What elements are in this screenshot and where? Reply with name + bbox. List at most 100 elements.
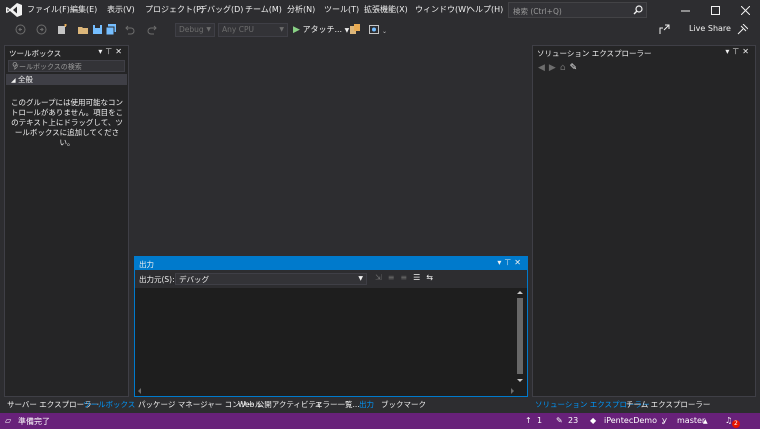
toolbox-title: ツールボックス bbox=[9, 49, 62, 58]
toolbox-header: ツールボックス ▾⊤✕ bbox=[5, 46, 128, 59]
menu-help[interactable]: ヘルプ(H) bbox=[467, 4, 503, 15]
branch-name[interactable]: master bbox=[677, 416, 705, 425]
git-branch-icon[interactable]: Ỿ bbox=[662, 416, 667, 427]
tab-output[interactable]: 出力 bbox=[359, 399, 374, 410]
search-icon[interactable] bbox=[633, 5, 643, 15]
output-header: 出力 ▾⊤✕ bbox=[135, 257, 527, 270]
standard-toolbar: Debug ▼ Any CPU ▼ ⌄ bbox=[0, 20, 760, 40]
back-icon[interactable]: ◀ bbox=[538, 63, 549, 73]
search-icon[interactable]: ⚲ bbox=[12, 61, 122, 70]
panel-controls: ▾⊤✕ bbox=[98, 47, 125, 56]
pin-icon[interactable]: ⊤ bbox=[504, 258, 514, 267]
pin-icon[interactable]: ⊤ bbox=[105, 47, 115, 56]
toolbar-overflow-icon[interactable]: ⌄ bbox=[382, 28, 387, 35]
menu-edit[interactable]: 編集(E) bbox=[70, 4, 97, 15]
publish-up-arrow-icon[interactable]: ↑ bbox=[525, 416, 532, 425]
home-icon[interactable]: ⌂ bbox=[560, 63, 570, 73]
back-icon[interactable] bbox=[15, 24, 26, 35]
output-source-select[interactable]: デバッグ ▼ bbox=[175, 273, 367, 285]
maximize-button[interactable] bbox=[700, 0, 730, 20]
configuration-value: Debug bbox=[179, 25, 204, 34]
live-share-label: Live Share bbox=[689, 24, 731, 33]
search-placeholder: 検索 (Ctrl+Q) bbox=[513, 7, 562, 16]
title-bar: ファイル(F) 編集(E) 表示(V) プロジェクト(P) デバッグ(D) チー… bbox=[0, 0, 760, 20]
toolbox-search-input[interactable]: ツールボックスの検索 ⚲ bbox=[8, 60, 125, 72]
repository-icon[interactable]: ◆ bbox=[590, 416, 596, 425]
play-icon: ▶ bbox=[293, 25, 300, 35]
chevron-down-icon: ▼ bbox=[279, 26, 284, 33]
tab-bookmarks[interactable]: ブックマーク bbox=[381, 399, 426, 410]
menu-tools[interactable]: ツール(T) bbox=[324, 4, 359, 15]
find-message-icon[interactable]: ⇲ bbox=[375, 273, 388, 282]
word-wrap-icon[interactable]: ⇆ bbox=[426, 273, 439, 282]
platform-value: Any CPU bbox=[222, 25, 254, 34]
find-in-files-icon[interactable] bbox=[350, 24, 361, 35]
solution-explorer-header: ソリューション エクスプローラー ▾⊤✕ bbox=[533, 46, 755, 59]
menu-view[interactable]: 表示(V) bbox=[107, 4, 135, 15]
properties-wrench-icon[interactable]: ✎ bbox=[570, 63, 582, 73]
forward-icon[interactable] bbox=[36, 24, 47, 35]
close-button[interactable] bbox=[730, 0, 760, 20]
live-share-icon[interactable] bbox=[659, 24, 670, 35]
menu-team[interactable]: チーム(M) bbox=[245, 4, 282, 15]
close-icon bbox=[740, 5, 750, 15]
clear-all-icon[interactable]: ☰ bbox=[413, 273, 426, 282]
menu-debug[interactable]: デバッグ(D) bbox=[199, 4, 243, 15]
menu-analyze[interactable]: 分析(N) bbox=[287, 4, 315, 15]
output-title: 出力 bbox=[139, 260, 154, 269]
branch-chevron-up-icon[interactable]: ▲ bbox=[703, 418, 708, 425]
undo-icon[interactable] bbox=[124, 24, 135, 35]
forward-icon[interactable]: ▶ bbox=[549, 63, 560, 73]
tab-team-explorer[interactable]: チーム エクスプローラー bbox=[626, 399, 710, 410]
new-project-icon[interactable] bbox=[57, 24, 68, 35]
vertical-scrollbar[interactable] bbox=[516, 290, 524, 384]
attach-button[interactable]: ▶ アタッチ... ▼ bbox=[293, 24, 349, 35]
next-message-icon[interactable]: ≡ bbox=[400, 273, 413, 282]
pencil-edit-icon[interactable]: ✎ bbox=[556, 416, 563, 425]
status-bar: ▱ 準備完了 ↑ 1 ✎ 23 ◆ iPentecDemo Ỿ master ▲… bbox=[0, 413, 760, 429]
minimize-button[interactable] bbox=[670, 0, 700, 20]
close-icon[interactable]: ✕ bbox=[115, 47, 125, 56]
redo-icon[interactable] bbox=[147, 24, 158, 35]
screenshot-icon[interactable] bbox=[369, 24, 380, 35]
attach-label: アタッチ... bbox=[302, 25, 343, 34]
feedback-pin-icon[interactable] bbox=[737, 24, 748, 35]
repository-name[interactable]: iPentecDemo bbox=[604, 416, 657, 425]
panel-controls: ▾⊤✕ bbox=[725, 47, 752, 56]
toolbox-empty-message: このグループには使用可能なコントロールがありません。項目をこのテキスト上にドラッ… bbox=[10, 98, 124, 147]
menu-project[interactable]: プロジェクト(P) bbox=[145, 4, 204, 15]
output-source-label: 出力元(S): bbox=[139, 275, 175, 284]
save-icon[interactable] bbox=[92, 24, 103, 35]
status-indicator-icon: ▱ bbox=[5, 416, 12, 425]
status-ready-text: 準備完了 bbox=[18, 417, 50, 426]
save-all-icon[interactable] bbox=[106, 24, 117, 35]
close-icon[interactable]: ✕ bbox=[742, 47, 752, 56]
open-folder-icon[interactable] bbox=[78, 24, 89, 35]
notification-count-badge[interactable]: 2 bbox=[732, 420, 740, 428]
output-source-row: 出力元(S): デバッグ ▼ ⇲≡≡☰⇆ bbox=[135, 270, 527, 288]
toolbox-group-general[interactable]: ◢ 全般 bbox=[6, 74, 127, 85]
chevron-down-icon: ▼ bbox=[358, 275, 363, 282]
menu-file[interactable]: ファイル(F) bbox=[27, 4, 70, 15]
chevron-down-icon: ▼ bbox=[206, 26, 211, 33]
visual-studio-logo-icon[interactable] bbox=[6, 3, 22, 17]
output-toolbar-icons: ⇲≡≡☰⇆ bbox=[375, 273, 439, 282]
menu-window[interactable]: ウィンドウ(W) bbox=[415, 4, 469, 15]
unpushed-commits-count[interactable]: 1 bbox=[537, 416, 542, 425]
solution-configuration-select[interactable]: Debug ▼ bbox=[175, 23, 215, 37]
tab-error-list[interactable]: エラー一覧... bbox=[315, 399, 360, 410]
solution-platform-select[interactable]: Any CPU ▼ bbox=[218, 23, 288, 37]
previous-message-icon[interactable]: ≡ bbox=[388, 273, 401, 282]
output-text-area[interactable] bbox=[135, 288, 527, 396]
menu-extensions[interactable]: 拡張機能(X) bbox=[364, 4, 408, 15]
pending-changes-count[interactable]: 23 bbox=[568, 416, 578, 425]
minimize-icon bbox=[680, 10, 690, 11]
pin-icon[interactable]: ⊤ bbox=[732, 47, 742, 56]
search-input[interactable]: 検索 (Ctrl+Q) bbox=[508, 2, 647, 18]
live-share-button[interactable]: Live Share bbox=[689, 24, 731, 33]
horizontal-scrollbar[interactable] bbox=[137, 387, 515, 395]
tab-web-publish-activity[interactable]: Web 公開アクティビティ bbox=[238, 399, 323, 410]
solution-explorer-panel: ソリューション エクスプローラー ▾⊤✕ ◀▶⌂✎ bbox=[532, 45, 756, 397]
tab-toolbox[interactable]: ツールボックス bbox=[83, 399, 135, 410]
close-icon[interactable]: ✕ bbox=[514, 258, 524, 267]
